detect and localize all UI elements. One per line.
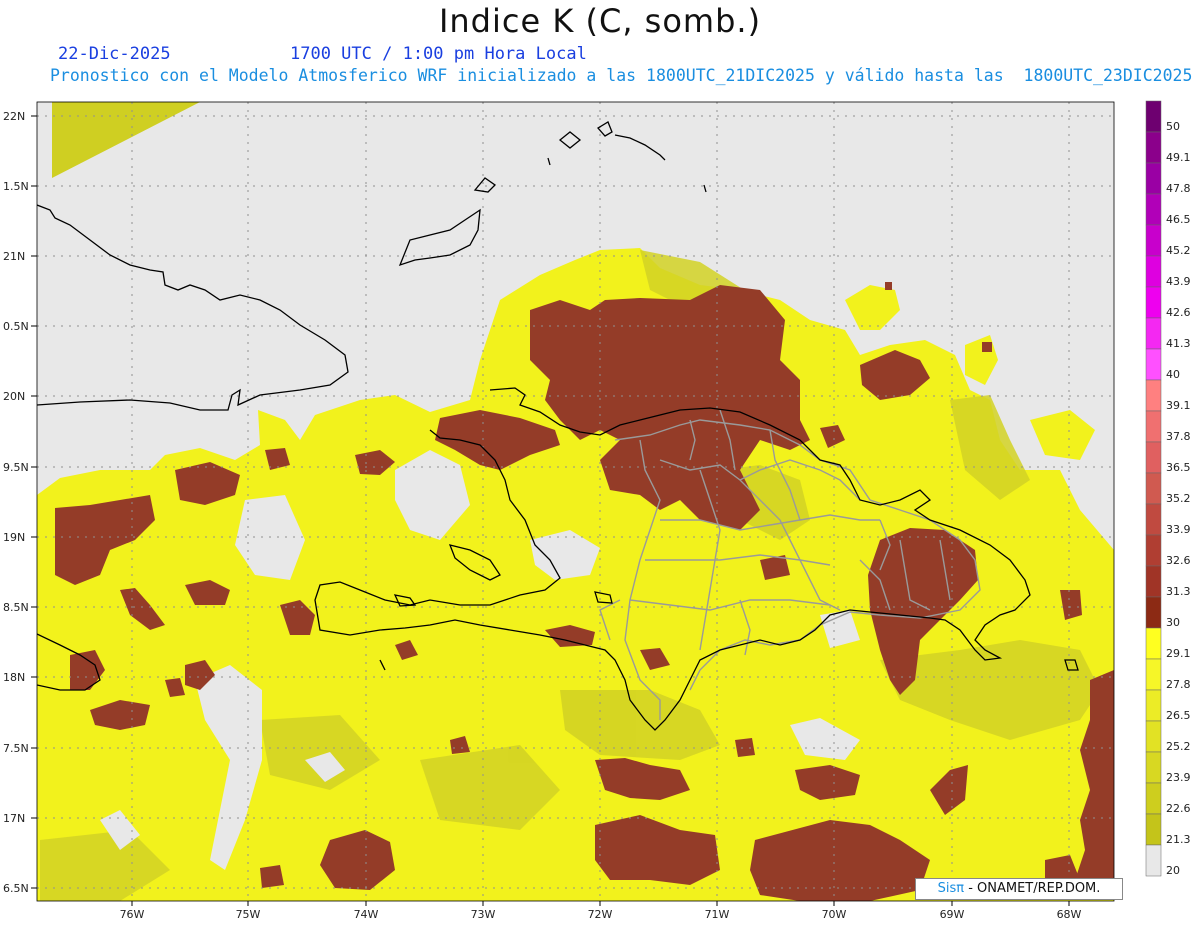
colorbar-swatch: [1145, 596, 1162, 629]
lat-axis: 22N 1.5N 21N 0.5N 20N 9.5N 19N 8.5N 18N …: [3, 110, 37, 895]
credit-brand: Sisπ: [937, 881, 965, 896]
colorbar-label: 23.9: [1166, 771, 1191, 784]
lat-label-20n: 20N: [3, 390, 25, 403]
credit-box: Sisπ - ONAMET/REP.DOM.: [915, 878, 1123, 900]
credit-org: - ONAMET/REP.DOM.: [964, 881, 1101, 896]
colorbar-swatch: [1145, 100, 1162, 133]
lat-label-21n: 21N: [3, 250, 25, 263]
colorbar-swatch: [1145, 627, 1162, 660]
lat-label-19-5n: 9.5N: [3, 461, 29, 474]
colorbar-label: 20: [1166, 864, 1180, 877]
colorbar-label: 31.3: [1166, 585, 1191, 598]
colorbar-swatch: [1145, 162, 1162, 195]
colorbar-swatch: [1145, 286, 1162, 319]
colorbar-swatch: [1145, 720, 1162, 753]
colorbar-label: 45.2: [1166, 244, 1191, 257]
colorbar-label: 49.1: [1166, 151, 1191, 164]
lat-label-20-5n: 0.5N: [3, 320, 29, 333]
colorbar-swatch: [1145, 782, 1162, 815]
colorbar-label: 32.6: [1166, 554, 1191, 567]
colorbar-label: 29.1: [1166, 647, 1191, 660]
colorbar-swatch: [1145, 410, 1162, 443]
lat-label-16-5n: 6.5N: [3, 882, 29, 895]
lat-label-17-5n: 7.5N: [3, 742, 29, 755]
colorbar-swatch: [1145, 472, 1162, 505]
colorbar-label: 43.9: [1166, 275, 1191, 288]
lon-label-70w: 70W: [822, 908, 847, 921]
forecast-date: 22-Dic-2025: [58, 44, 171, 64]
colorbar-swatch: [1145, 348, 1162, 381]
colorbar-label: 30: [1166, 616, 1180, 629]
lat-label-19n: 19N: [3, 531, 25, 544]
colorbar-label: 22.6: [1166, 802, 1191, 815]
colorbar-label: 25.2: [1166, 740, 1191, 753]
lat-label-22n: 22N: [3, 110, 25, 123]
colorbar-label: 46.5: [1166, 213, 1191, 226]
colorbar-swatch: [1145, 751, 1162, 784]
lon-label-75w: 75W: [236, 908, 261, 921]
colorbar-label: 35.2: [1166, 492, 1191, 505]
colorbar-swatch: [1145, 813, 1162, 846]
lon-label-76w: 76W: [120, 908, 145, 921]
lon-label-68w: 68W: [1057, 908, 1082, 921]
lat-label-18n: 18N: [3, 671, 25, 684]
colorbar-swatch: [1145, 379, 1162, 412]
colorbar-label: 39.1: [1166, 399, 1191, 412]
lon-axis: 76W 75W 74W 73W 72W 71W 70W 69W 68W: [120, 901, 1082, 921]
colorbar-label: 50: [1166, 120, 1180, 133]
lat-label-17n: 17N: [3, 812, 25, 825]
lon-label-69w: 69W: [940, 908, 965, 921]
colorbar-label: 27.8: [1166, 678, 1191, 691]
lon-label-71w: 71W: [705, 908, 730, 921]
colorbar-swatch: [1145, 441, 1162, 474]
colorbar-swatch: [1145, 565, 1162, 598]
forecast-time: 1700 UTC / 1:00 pm Hora Local: [290, 44, 587, 64]
colorbar-label: 36.5: [1166, 461, 1191, 474]
colorbar-swatch: [1145, 844, 1162, 877]
lon-label-72w: 72W: [588, 908, 613, 921]
lon-label-74w: 74W: [354, 908, 379, 921]
colorbar-label: 40: [1166, 368, 1180, 381]
forecast-map: 22N 1.5N 21N 0.5N 20N 9.5N 19N 8.5N 18N …: [3, 100, 1191, 921]
lat-label-21-5n: 1.5N: [3, 180, 29, 193]
colorbar-label: 26.5: [1166, 709, 1191, 722]
colorbar-swatch: [1145, 224, 1162, 257]
lat-label-18-5n: 8.5N: [3, 601, 29, 614]
colorbar-swatch: [1145, 317, 1162, 350]
colorbar-swatch: [1145, 534, 1162, 567]
lon-label-73w: 73W: [471, 908, 496, 921]
colorbar-label: 41.3: [1166, 337, 1191, 350]
colorbar: 50 49.1 47.8 46.5 45.2 43.9 42.6 41.3 40 39.1 37.8…: [1145, 100, 1191, 877]
colorbar-label: 21.3: [1166, 833, 1191, 846]
map-title: Indice K (C, somb.): [438, 2, 762, 40]
forecast-description: Pronostico con el Modelo Atmosferico WRF…: [50, 66, 1193, 85]
colorbar-label: 47.8: [1166, 182, 1191, 195]
colorbar-label: 42.6: [1166, 306, 1191, 319]
colorbar-label: 33.9: [1166, 523, 1191, 536]
colorbar-swatch: [1145, 689, 1162, 722]
colorbar-swatch: [1145, 255, 1162, 288]
colorbar-label: 37.8: [1166, 430, 1191, 443]
colorbar-swatch: [1145, 131, 1162, 164]
colorbar-swatch: [1145, 193, 1162, 226]
colorbar-swatch: [1145, 658, 1162, 691]
colorbar-swatch: [1145, 503, 1162, 536]
